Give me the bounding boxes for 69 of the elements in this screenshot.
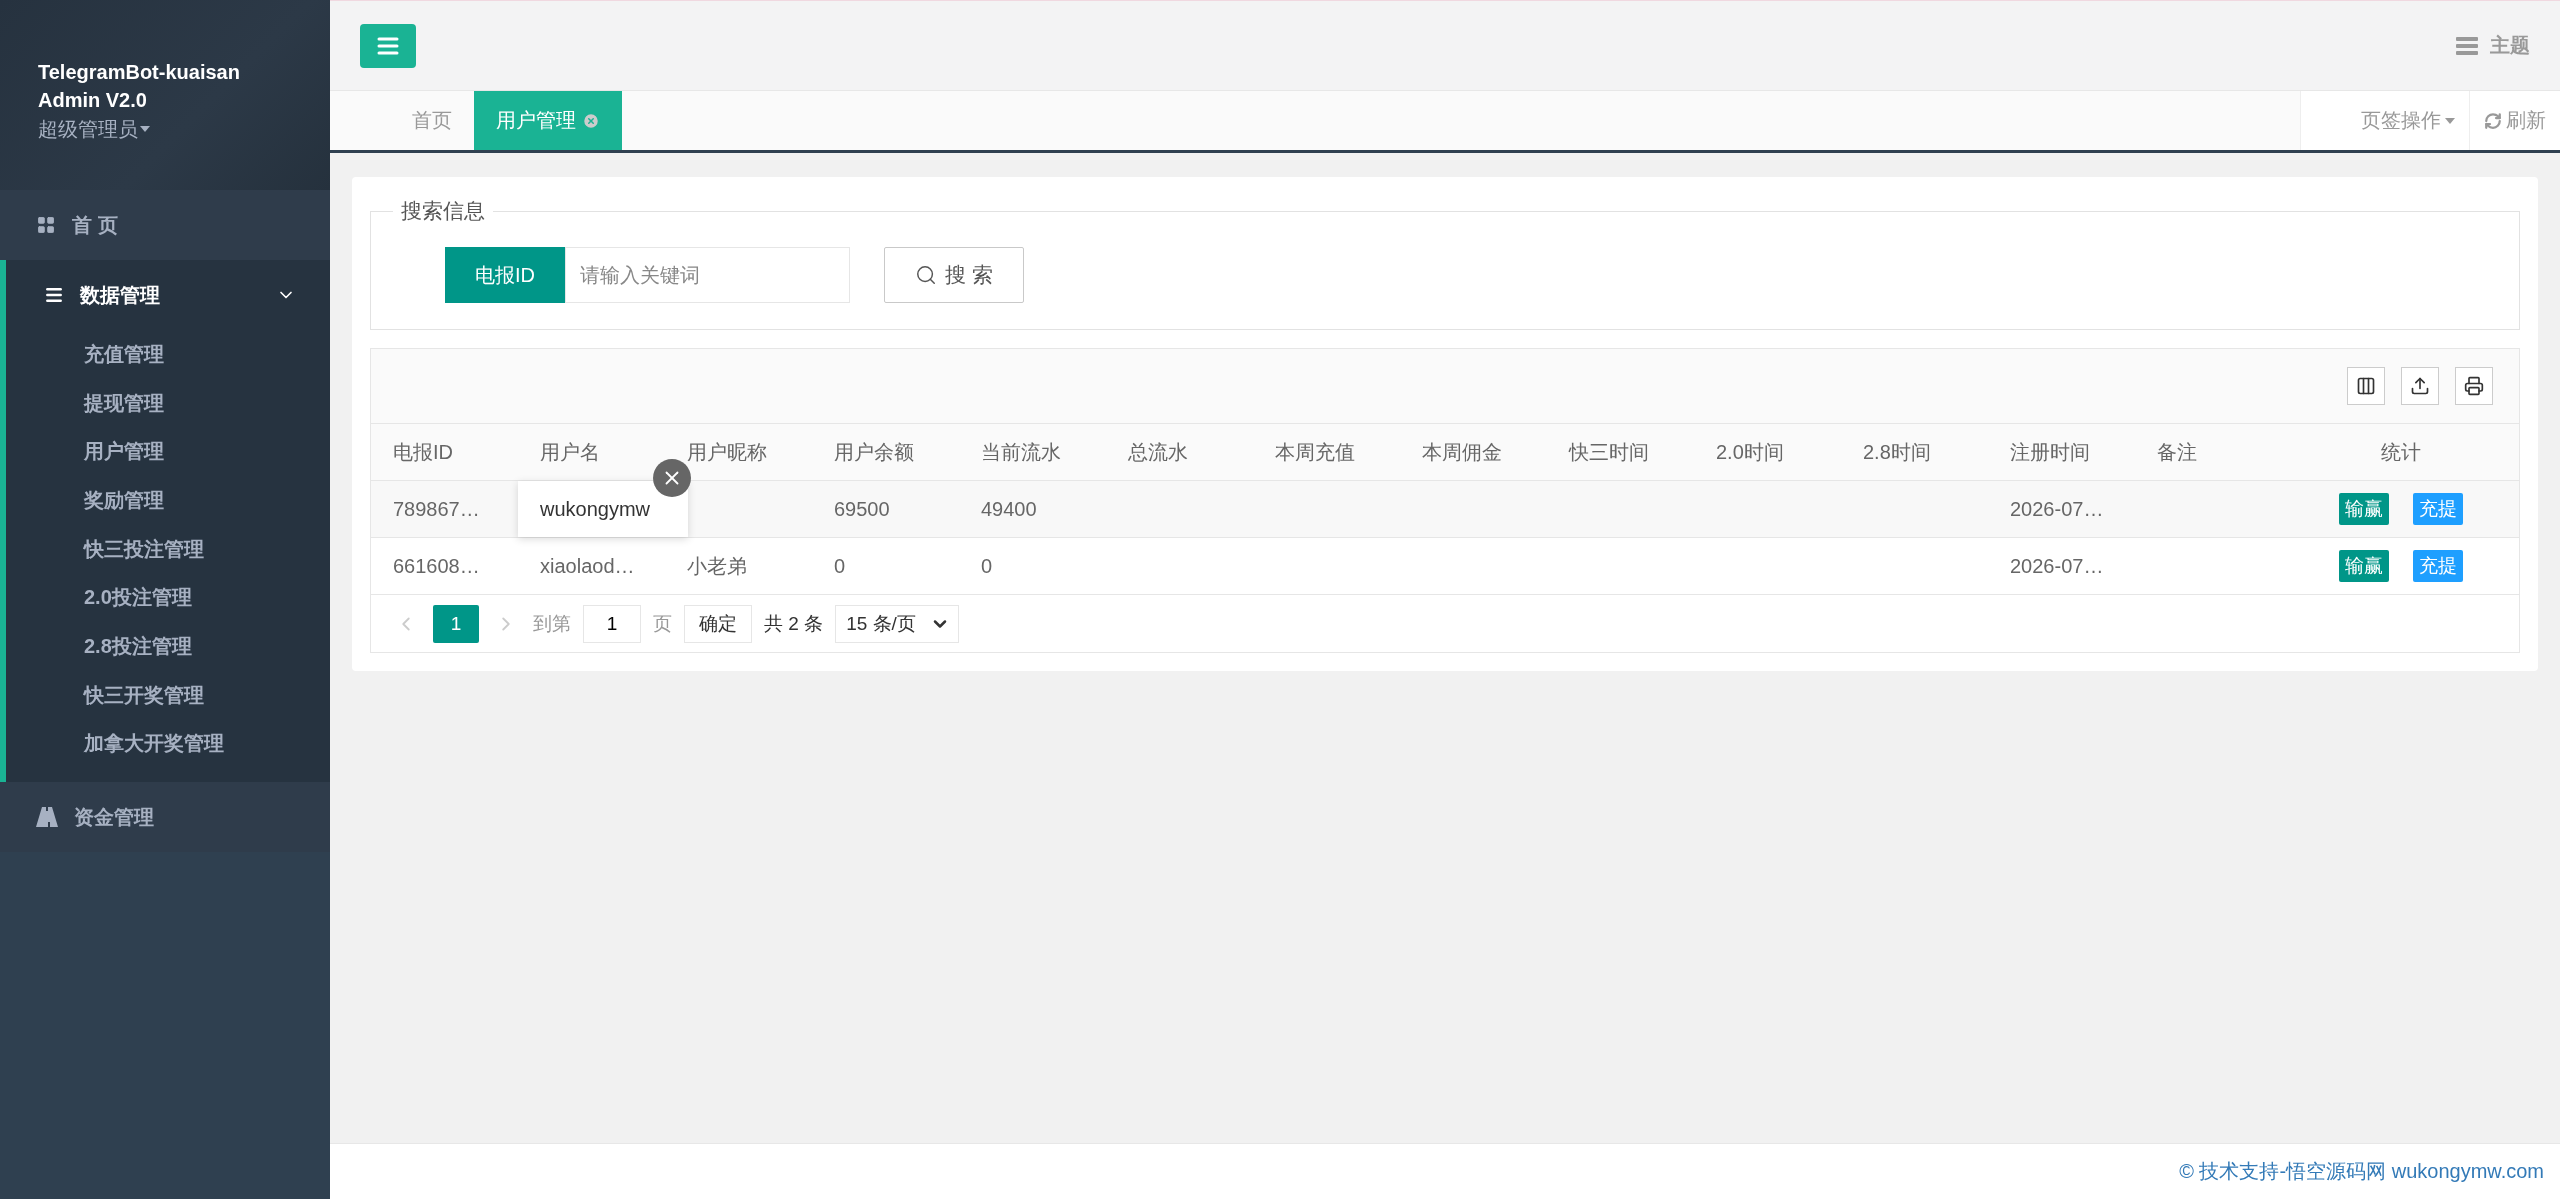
table-cell-text: 小老弟: [686, 553, 748, 579]
refresh-icon: [2484, 111, 2502, 130]
menu-item[interactable]: 资金管理: [0, 782, 330, 853]
submenu-item[interactable]: 提现管理: [6, 378, 330, 428]
page-field[interactable]: 1: [583, 604, 641, 643]
caret-icon: [2445, 117, 2455, 124]
column-header: 2.8时间: [1862, 439, 1932, 465]
column-header: 总流水: [1127, 439, 1189, 465]
column-header: 统计: [2379, 439, 2422, 465]
export-button[interactable]: [2401, 367, 2439, 405]
menu-item[interactable]: 数据管理: [6, 260, 330, 330]
submenu-item[interactable]: 2.8投注管理: [6, 622, 330, 671]
table-cell-text: 0: [980, 553, 994, 579]
table-cell-text: 661608…: [392, 553, 481, 579]
search-button[interactable]: 搜 索: [884, 247, 1024, 303]
cell-popup: wukongymw: [518, 481, 688, 537]
table-cell-text: 2026-07…: [2009, 496, 2105, 522]
panel-title: 搜索信息: [400, 198, 486, 224]
table-cell-text: xiaolaod…: [539, 553, 636, 579]
menu-button[interactable]: [360, 23, 416, 68]
column-header: 本周佣金: [1421, 439, 1503, 465]
app-title: TelegramBot-kuaisan: [38, 60, 241, 85]
submenu-item[interactable]: 用户管理: [6, 427, 330, 477]
field-label: 电报ID: [445, 247, 565, 303]
total-count: 共 2 条: [764, 611, 824, 636]
column-header: 用户昵称: [686, 439, 768, 465]
search-field[interactable]: 请输入关键词: [565, 247, 850, 303]
menu-item[interactable]: 首 页: [0, 190, 330, 260]
app-title: Admin V2.0: [38, 88, 148, 113]
table-cell-text: 2026-07…: [2009, 553, 2105, 579]
page-size-select[interactable]: 15 条/页: [835, 604, 959, 643]
upload-icon: [2410, 376, 2430, 396]
goto-label: 到第: [533, 611, 571, 636]
action-button[interactable]: 输赢: [2338, 493, 2389, 525]
caret-icon: [140, 126, 150, 132]
print-button[interactable]: [2455, 367, 2493, 405]
print-icon: [2464, 376, 2484, 396]
table-cell-text: 69500: [833, 496, 891, 522]
columns-icon: [2356, 376, 2376, 396]
column-header: 2.0时间: [1715, 439, 1785, 465]
column-header: 用户名: [539, 439, 601, 465]
column-header: 当前流水: [980, 439, 1062, 465]
role-dropdown[interactable]: 超级管理员: [38, 114, 330, 144]
submenu-item[interactable]: 2.0投注管理: [6, 573, 330, 623]
list-icon: [2456, 36, 2478, 55]
page-unit: 页: [653, 611, 672, 636]
columns-button[interactable]: [2347, 367, 2385, 405]
submenu-item[interactable]: 加拿大开奖管理: [6, 719, 330, 769]
table-cell-text: 49400: [980, 496, 1038, 522]
submenu-item[interactable]: 快三开奖管理: [6, 670, 330, 720]
column-header: 注册时间: [2009, 439, 2091, 465]
table-cell-text: 789867…: [392, 496, 481, 522]
road-icon: [36, 807, 58, 828]
list-icon: [44, 285, 64, 305]
confirm-button[interactable]: 确定: [684, 604, 752, 643]
search-icon: [915, 264, 938, 286]
column-header: 用户余额: [833, 439, 915, 465]
submenu-item[interactable]: 快三投注管理: [6, 524, 330, 574]
grid-icon: [36, 215, 56, 235]
submenu-item[interactable]: 奖励管理: [6, 476, 330, 525]
submenu-item[interactable]: 充值管理: [6, 330, 330, 379]
column-header: 备注: [2156, 439, 2198, 465]
table-cell-text: 0: [833, 553, 847, 579]
footer-text: © 技术支持-悟空源码网 wukongymw.com: [2179, 1159, 2544, 1184]
column-header: 本周充值: [1274, 439, 1356, 465]
page-button[interactable]: 1: [433, 604, 479, 643]
action-button[interactable]: 输赢: [2338, 550, 2389, 582]
column-header: 快三时间: [1567, 439, 1650, 465]
column-header: 电报ID: [392, 439, 454, 465]
